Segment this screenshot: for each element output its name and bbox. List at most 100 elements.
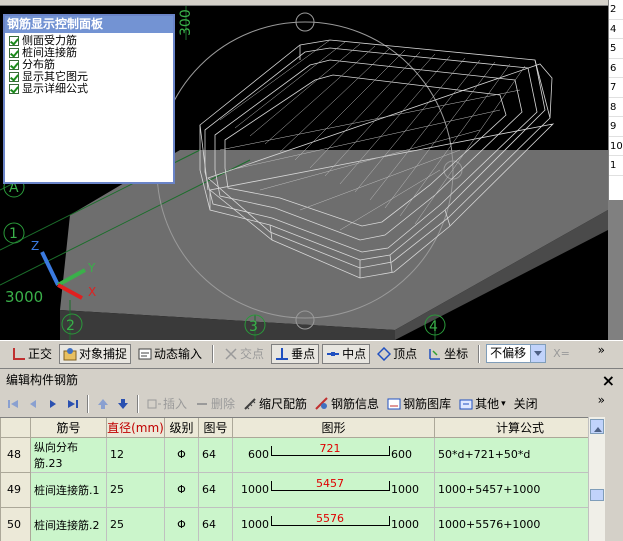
close-icon[interactable]: ×	[602, 370, 615, 392]
intersection-button[interactable]: 交点	[220, 344, 268, 364]
shape-cell[interactable]: 1000 5576 1000	[232, 506, 435, 541]
checkbox-checked[interactable]	[9, 48, 19, 58]
offset-select[interactable]: 不偏移	[486, 344, 547, 363]
figure-number-cell[interactable]: 64	[198, 471, 233, 508]
dimension-label-3000: 3000	[5, 288, 43, 306]
last-record-button[interactable]	[64, 394, 82, 414]
formula-cell[interactable]: 50*d+721+50*d	[434, 436, 605, 473]
diameter-cell[interactable]: 25	[106, 506, 165, 541]
right-list-item: 7	[609, 78, 623, 98]
column-header[interactable]: 图号	[198, 418, 233, 438]
rebar-info-button[interactable]: 钢筋信息	[312, 394, 382, 414]
bar-name-cell[interactable]: 桩间连接筋.1	[30, 471, 107, 508]
shape-left-length: 600	[248, 447, 269, 461]
row-number[interactable]: 48	[0, 436, 31, 473]
rebar-info-label: 钢筋信息	[331, 397, 380, 411]
midpoint-button[interactable]: 中点	[322, 343, 371, 364]
right-panel-empty-area	[608, 200, 623, 340]
object-snap-label: 对象捕捉	[79, 347, 128, 361]
column-header[interactable]	[0, 418, 31, 438]
axis-x-label: X	[88, 285, 96, 299]
checkbox-checked[interactable]	[9, 72, 19, 82]
top-toolbar-strip	[0, 0, 608, 6]
next-record-button[interactable]	[44, 394, 62, 414]
scale-rebar-button[interactable]: 缩尺配筋	[240, 394, 310, 414]
previous-record-button[interactable]	[24, 394, 42, 414]
midpoint-label: 中点	[342, 347, 367, 361]
axis-y-label: Y	[87, 261, 96, 275]
perpendicular-label: 垂点	[291, 347, 316, 361]
midpoint-icon	[326, 347, 340, 361]
shape-cell[interactable]: 1000 5457 1000	[232, 471, 435, 508]
figure-number-cell[interactable]: 64	[198, 506, 233, 541]
perpendicular-button[interactable]: 垂点	[271, 343, 320, 364]
grade-cell[interactable]: Φ	[164, 471, 199, 508]
rebar-display-control-panel[interactable]: 钢筋显示控制面板 侧面受力筋 桩间连接筋 分布筋 显示其它图元 显示详细公式	[3, 14, 175, 184]
other-menu-button[interactable]: 其他 ▾	[456, 394, 509, 414]
column-header[interactable]: 直径(mm)	[106, 418, 165, 438]
formula-cell[interactable]: 1000+5576+1000	[434, 506, 605, 541]
move-up-button[interactable]	[94, 394, 112, 414]
shape-middle-length: 5457	[316, 476, 344, 490]
dynamic-input-button[interactable]: 动态输入	[134, 344, 206, 364]
object-snap-icon	[63, 347, 77, 361]
ortho-button[interactable]: 正交	[8, 344, 56, 364]
shape-middle-length: 5576	[316, 511, 344, 525]
first-record-button[interactable]	[4, 394, 22, 414]
insert-label: 插入	[163, 397, 188, 411]
vertex-button[interactable]: 顶点	[373, 344, 421, 364]
toolbar-overflow-button[interactable]: »	[598, 343, 605, 357]
axis-label-2: 2	[66, 318, 75, 334]
insert-button[interactable]: 插入	[144, 394, 190, 414]
scrollbar-thumb[interactable]	[590, 489, 604, 501]
checkbox-checked[interactable]	[9, 60, 19, 70]
chevron-down-icon[interactable]	[530, 345, 546, 362]
table-header-row: 筋号 直径(mm) 级别 图号 图形 计算公式	[0, 418, 605, 438]
ruler-icon	[243, 397, 257, 411]
shape-right-length: 1000	[391, 482, 419, 496]
ortho-label: 正交	[28, 347, 53, 361]
object-snap-button[interactable]: 对象捕捉	[59, 343, 132, 364]
table-vertical-scrollbar[interactable]	[588, 417, 605, 541]
column-header[interactable]: 筋号	[30, 418, 107, 438]
diameter-cell[interactable]: 25	[106, 471, 165, 508]
control-item-show-formula[interactable]: 显示详细公式	[9, 83, 169, 95]
column-header[interactable]: 图形	[232, 418, 435, 438]
row-number[interactable]: 50	[0, 506, 31, 541]
delete-button[interactable]: 删除	[192, 394, 238, 414]
row-number[interactable]: 49	[0, 471, 31, 508]
coordinate-icon	[428, 347, 442, 361]
dynamic-input-icon	[138, 347, 152, 361]
x-coordinate-label: X=	[553, 347, 570, 360]
shape-middle-length: 721	[319, 441, 341, 455]
shape-cell[interactable]: 600 721 600	[232, 436, 435, 473]
perpendicular-icon	[275, 347, 289, 361]
table-row[interactable]: 48 纵向分布筋.23 12 Φ 64 600 721 600 50*d+721…	[0, 436, 605, 473]
formula-cell[interactable]: 1000+5457+1000	[434, 471, 605, 508]
checkbox-checked[interactable]	[9, 36, 19, 46]
shape-line	[271, 524, 389, 526]
arrow-up-icon	[98, 398, 108, 409]
right-list-item: 4	[609, 20, 623, 39]
bar-name-cell[interactable]: 桩间连接筋.2	[30, 506, 107, 541]
bar-name-cell[interactable]: 纵向分布筋.23	[30, 436, 107, 473]
diameter-cell[interactable]: 12	[106, 436, 165, 473]
arrow-down-icon	[118, 398, 128, 409]
table-row[interactable]: 49 桩间连接筋.1 25 Φ 64 1000 5457 1000 1000+5…	[0, 471, 605, 508]
checkbox-checked[interactable]	[9, 84, 19, 94]
figure-number-cell[interactable]: 64	[198, 436, 233, 473]
grade-cell[interactable]: Φ	[164, 436, 199, 473]
rebar-library-button[interactable]: 钢筋图库	[384, 394, 454, 414]
coordinate-button[interactable]: 坐标	[424, 344, 472, 364]
close-panel-button[interactable]: 关闭	[511, 394, 541, 414]
scroll-up-icon[interactable]	[590, 419, 604, 434]
column-header[interactable]: 计算公式	[434, 418, 605, 438]
shape-right-tick	[389, 480, 390, 491]
shape-left-length: 1000	[241, 482, 269, 496]
toolbar-overflow-button[interactable]: »	[598, 393, 605, 407]
column-header[interactable]: 级别	[164, 418, 199, 438]
intersection-icon	[224, 347, 238, 361]
table-row[interactable]: 50 桩间连接筋.2 25 Φ 64 1000 5576 1000 1000+5…	[0, 506, 605, 541]
move-down-button[interactable]	[114, 394, 132, 414]
grade-cell[interactable]: Φ	[164, 506, 199, 541]
